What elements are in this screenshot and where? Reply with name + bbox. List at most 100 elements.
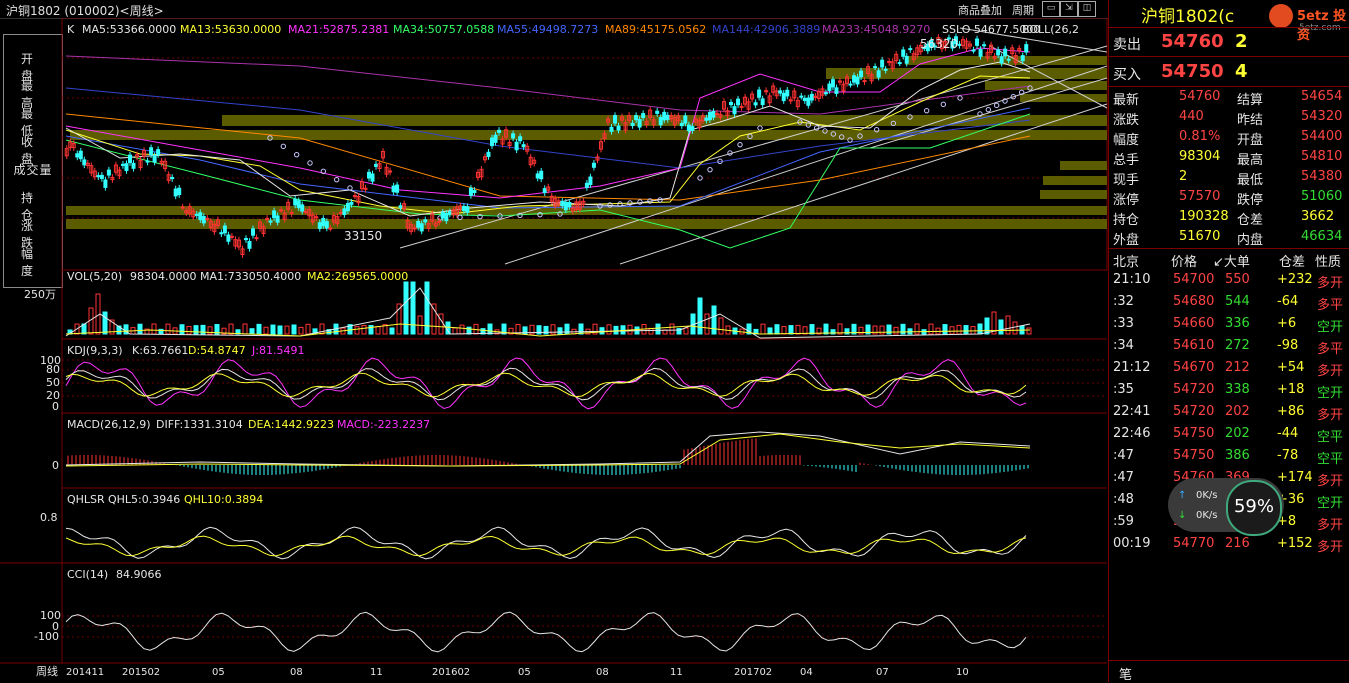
tick-header-cell: 北京 — [1113, 255, 1140, 270]
tick-cell: :59 — [1113, 514, 1134, 529]
tick-cell: 空开 — [1317, 320, 1344, 335]
tick-cell: 多平 — [1317, 342, 1344, 357]
window-button-3[interactable]: ◫ — [1078, 1, 1096, 17]
candle-body — [852, 75, 857, 83]
tick-cell: -78 — [1277, 448, 1299, 463]
candle-body — [201, 216, 206, 224]
candle-body — [243, 238, 248, 241]
quote-cell: 内盘 — [1237, 233, 1264, 248]
tick-header-cell: ↙大单 — [1213, 255, 1250, 270]
candle-body — [753, 102, 758, 106]
candle-body — [328, 227, 333, 230]
tick-header-cell: 性质 — [1315, 255, 1342, 270]
candle-body — [447, 211, 452, 215]
candle-body — [641, 113, 646, 119]
tick-cell: +152 — [1277, 536, 1313, 551]
volume-bar — [893, 326, 899, 335]
volume-bar — [711, 305, 717, 335]
volume-bar — [578, 323, 584, 335]
candle-body — [630, 122, 635, 127]
candle-body — [366, 171, 371, 179]
x-tick-label: 11 — [370, 667, 383, 678]
candle-body — [637, 119, 642, 128]
candle-body — [465, 206, 470, 213]
candle-body — [521, 144, 526, 148]
quote-cell: 54760 — [1179, 89, 1221, 104]
candle-body — [272, 210, 277, 219]
tick-cell: 多开 — [1317, 474, 1344, 489]
candle-body — [514, 141, 519, 151]
sar-dot — [457, 214, 463, 221]
quote-cell: 46634 — [1301, 229, 1343, 244]
kdj-tick-80: 80 — [46, 363, 60, 376]
quote-cell: 54380 — [1301, 169, 1343, 184]
qhlsr-tick: 0.8 — [40, 511, 58, 524]
candle-body — [588, 176, 593, 186]
volume-bar — [438, 313, 444, 335]
volume-bar — [697, 297, 703, 335]
tick-cell: 22:41 — [1113, 404, 1151, 419]
quote-cell: 190328 — [1179, 209, 1229, 224]
volume-bar — [1026, 327, 1032, 335]
tick-cell: 54720 — [1173, 404, 1215, 419]
ma-legend-7: MA233:45048.9270 — [822, 23, 930, 36]
candle-body — [78, 150, 83, 160]
candle-body — [131, 162, 136, 169]
candle-body — [440, 211, 445, 219]
volume-bar — [186, 325, 192, 335]
cpu-percent: 59% — [1226, 480, 1282, 536]
candle-body — [461, 205, 466, 212]
period-button[interactable]: 周期 — [1012, 2, 1034, 18]
tick-row: 22:46 54750 202 -44 空平 — [1109, 426, 1349, 448]
sell-volume: 2 — [1235, 31, 1248, 52]
candle-body — [736, 98, 741, 106]
overlay-button[interactable]: 商品叠加 — [958, 2, 1002, 18]
volume-bar — [704, 313, 710, 335]
quote-cell: 昨结 — [1237, 113, 1264, 128]
tick-cell: 54770 — [1173, 536, 1215, 551]
x-tick-label: 11 — [670, 667, 683, 678]
volume-bar — [291, 324, 297, 335]
quote-cell: 3662 — [1301, 209, 1335, 224]
tick-cell: 216 — [1225, 536, 1250, 551]
tick-cell: 21:10 — [1113, 272, 1151, 287]
candle-body — [395, 184, 400, 193]
volume-bar — [942, 324, 948, 335]
volume-bar — [963, 325, 969, 335]
candle-body — [785, 89, 790, 97]
ma-legend-3: MA34:50757.0588 — [393, 23, 494, 36]
tick-row: 22:41 54720 202 +86 多开 — [1109, 404, 1349, 426]
candle-body — [279, 209, 284, 212]
tick-row: :47 54750 386 -78 空平 — [1109, 448, 1349, 470]
volume-bar — [102, 311, 108, 335]
candle-body — [616, 125, 621, 131]
tick-cell: 空开 — [1317, 496, 1344, 511]
quote-row: 持仓 190328 仓差 3662 — [1109, 209, 1349, 229]
candle-body — [904, 55, 909, 64]
tick-cell: -98 — [1277, 338, 1299, 353]
quote-cell: 涨跌 — [1113, 113, 1140, 128]
x-tick-label: 201602 — [432, 667, 470, 678]
macd-zero: 0 — [52, 459, 59, 472]
tick-row: 00:19 54770 216 +152 多开 — [1109, 536, 1349, 558]
candle-body — [127, 154, 132, 164]
candle-body — [391, 185, 396, 193]
period-label: 周线 — [36, 664, 58, 678]
window-button-1[interactable]: ▭ — [1042, 1, 1060, 17]
candle-body — [876, 70, 881, 78]
candle-body — [321, 217, 326, 227]
volume-bar — [200, 324, 206, 335]
candle-body — [518, 136, 523, 142]
candle-body — [493, 134, 498, 143]
candle-body — [173, 188, 178, 197]
candle-body — [834, 87, 839, 94]
tick-cell: +18 — [1277, 382, 1305, 397]
footer-label: 笔 — [1119, 668, 1133, 683]
window-button-2[interactable]: ⇲ — [1060, 1, 1078, 17]
sar-dot — [307, 160, 313, 166]
candle-body — [957, 43, 962, 46]
candle-body — [1020, 55, 1025, 62]
candle-body — [229, 235, 234, 238]
candle-body — [729, 101, 734, 106]
sar-dot — [923, 107, 930, 114]
